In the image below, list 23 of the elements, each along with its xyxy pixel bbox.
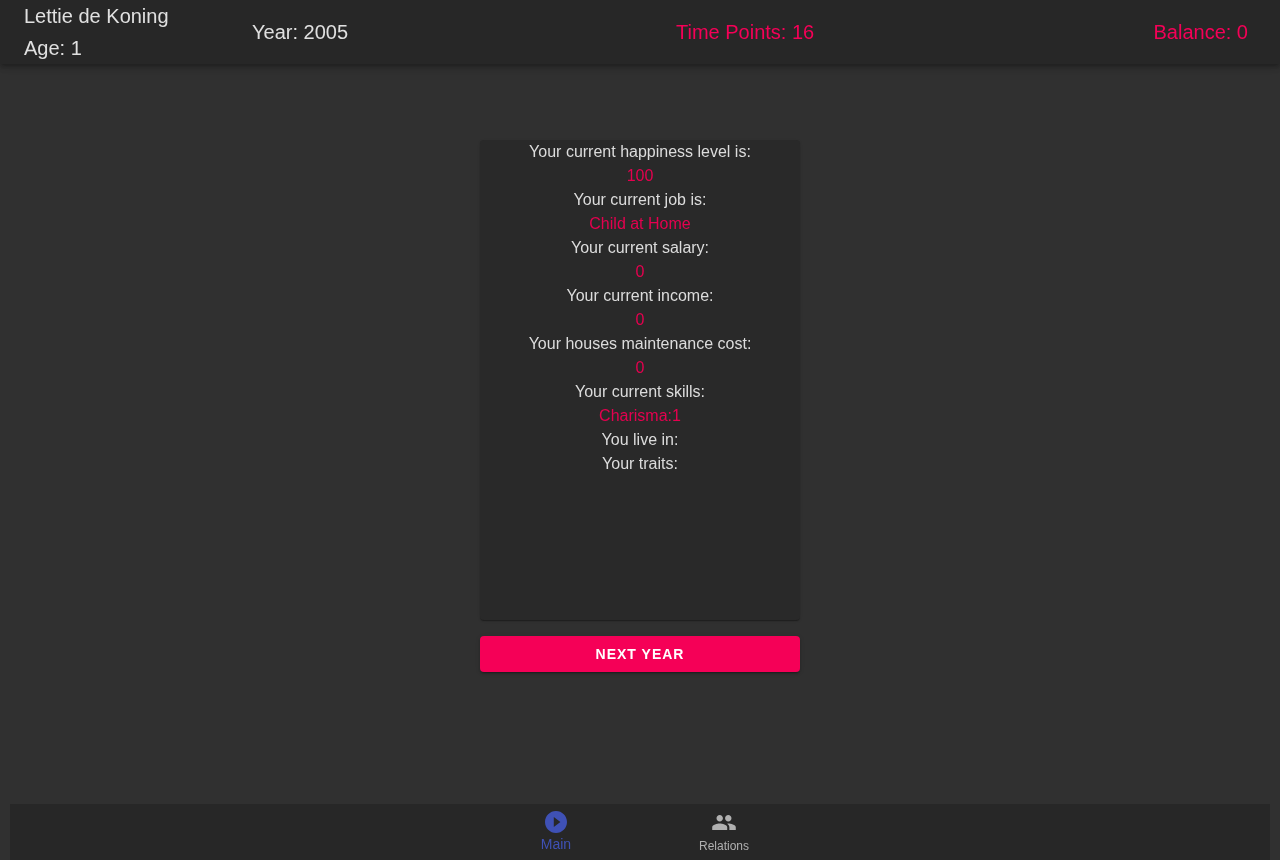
status-value: 0 [635, 310, 645, 330]
status-label: Your current job is: [573, 190, 707, 210]
status-label: Your current salary: [570, 238, 710, 258]
next-year-button[interactable]: NEXT YEAR [480, 636, 800, 672]
status-label: Your current income: [566, 286, 714, 306]
status-value: 100 [626, 166, 654, 186]
nav-tab[interactable]: Main [472, 804, 640, 860]
status-label: You live in: [601, 430, 679, 450]
people-icon [712, 814, 736, 830]
age-text: Age: 1 [24, 36, 83, 61]
year-text: Year: 2005 [252, 20, 348, 45]
balance-text: Balance: 0 [1153, 20, 1248, 45]
player-name: Lettie de Koning [24, 4, 170, 29]
status-value: Child at Home [589, 214, 691, 234]
status-label: Your houses maintenance cost: [528, 334, 752, 354]
status-value: 0 [635, 358, 645, 378]
status-value: Charisma:1 [599, 406, 681, 426]
nav-tab[interactable]: Relations [640, 804, 808, 860]
status-label: Your current skills: [574, 382, 706, 402]
status-value: 0 [635, 262, 645, 282]
status-label: Your current happiness level is: [529, 142, 751, 162]
status-label: Your traits: [602, 454, 678, 474]
time-points-text: Time Points: 16 [676, 20, 815, 45]
